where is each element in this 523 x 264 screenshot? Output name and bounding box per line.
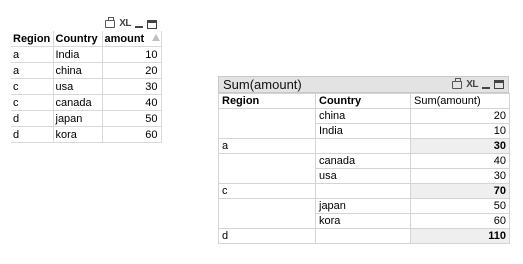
sort-indicator-icon [151,34,160,41]
print-icon[interactable] [105,17,116,28]
cell-amount: 30 [102,78,162,95]
subtotal-spacer [315,228,411,244]
dimension-header-country[interactable]: Country [315,93,411,109]
column-header-region[interactable]: Region [11,31,54,47]
subtotal-spacer [315,138,411,154]
cell-subtotal: 70 [410,183,510,199]
region-cell-spacer [218,168,316,184]
cell-region[interactable]: d [218,228,316,244]
cell-subtotal: 30 [410,138,510,154]
cell-region[interactable]: d [11,126,54,143]
cell-country[interactable]: canada [53,94,103,111]
cell-region[interactable]: a [11,62,54,79]
xl-icon[interactable]: XL [466,79,478,90]
print-icon[interactable] [452,77,463,89]
cell-country[interactable]: India [53,46,103,63]
pivot-row[interactable]: canada 40 [218,153,510,169]
cell-region[interactable]: c [218,183,316,199]
cell-amount: 40 [102,94,162,111]
table-row[interactable]: a India 10 [11,46,162,63]
pivot-table: Sum(amount) XL Region Country Sum(amount… [218,76,510,246]
table-row[interactable]: d japan 50 [11,110,162,127]
pivot-row[interactable]: kora 60 [218,213,510,229]
cell-country[interactable]: India [315,123,411,139]
pivot-row[interactable]: china 20 [218,108,510,124]
cell-amount: 60 [102,126,162,143]
cell-country[interactable]: canada [315,153,411,169]
cell-value: 40 [410,153,510,169]
region-cell-spacer [218,213,316,229]
pivot-table-title: Sum(amount) [223,77,302,92]
pivot-row[interactable]: usa 30 [218,168,510,184]
maximize-icon[interactable] [494,80,504,89]
cell-country[interactable]: kora [53,126,103,143]
cell-region[interactable]: c [11,94,54,111]
xl-icon[interactable]: XL [119,19,131,29]
cell-value: 10 [410,123,510,139]
subtotal-spacer [315,183,411,199]
table-header-row: Region Country amount [11,31,162,47]
cell-amount: 10 [102,46,162,63]
column-header-amount-label: amount [104,32,145,45]
cell-country[interactable]: china [315,108,411,124]
cell-region[interactable]: d [11,110,54,127]
cell-country[interactable]: japan [315,198,411,214]
straight-table-toolbar: XL [11,17,161,31]
pivot-header-row: Region Country Sum(amount) [218,93,510,109]
pivot-table-grid: Region Country Sum(amount) china 20 Indi… [218,93,510,244]
cell-subtotal: 110 [410,228,510,244]
cell-country[interactable]: usa [53,78,103,95]
table-row[interactable]: a china 20 [11,62,162,79]
minimize-icon[interactable] [135,20,143,28]
pivot-subtotal-row[interactable]: a 30 [218,138,510,154]
cell-country[interactable]: china [53,62,103,79]
cell-country[interactable]: japan [53,110,103,127]
cell-value: 20 [410,108,510,124]
cell-value: 60 [410,213,510,229]
pivot-subtotal-row[interactable]: d 110 [218,228,510,244]
expression-header-sum-amount[interactable]: Sum(amount) [410,93,510,109]
cell-region[interactable]: a [218,138,316,154]
region-cell-spacer [218,123,316,139]
region-cell-spacer [218,108,316,124]
cell-amount: 50 [102,110,162,127]
column-header-country[interactable]: Country [53,31,103,47]
cell-region[interactable]: a [11,46,54,63]
cell-amount: 20 [102,62,162,79]
straight-table-grid: Region Country amount a India 10 a china… [11,31,162,143]
cell-value: 30 [410,168,510,184]
minimize-icon[interactable] [482,81,490,89]
cell-country[interactable]: usa [315,168,411,184]
table-row[interactable]: d kora 60 [11,126,162,143]
dimension-header-region[interactable]: Region [218,93,316,109]
column-header-amount[interactable]: amount [102,31,162,47]
maximize-icon[interactable] [147,19,157,29]
cell-value: 50 [410,198,510,214]
table-row[interactable]: c canada 40 [11,94,162,111]
cell-region[interactable]: c [11,78,54,95]
pivot-row[interactable]: japan 50 [218,198,510,214]
straight-table: XL Region Country amount a India 10 a ch… [11,17,162,143]
region-cell-spacer [218,153,316,169]
cell-country[interactable]: kora [315,213,411,229]
region-cell-spacer [218,198,316,214]
pivot-table-caption[interactable]: Sum(amount) XL [218,76,509,93]
pivot-table-toolbar: XL [452,77,504,90]
pivot-subtotal-row[interactable]: c 70 [218,183,510,199]
table-row[interactable]: c usa 30 [11,78,162,95]
pivot-row[interactable]: India 10 [218,123,510,139]
